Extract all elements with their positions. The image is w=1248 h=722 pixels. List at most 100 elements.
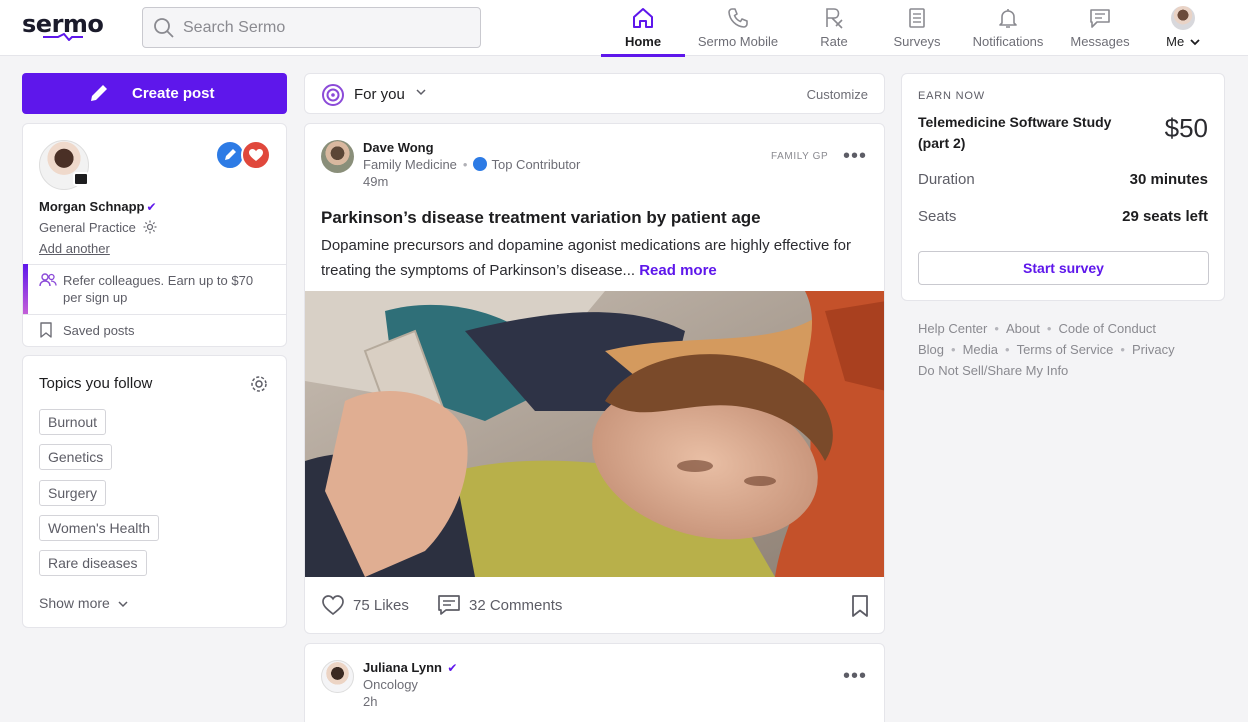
earn-now-card: EARN NOW Telemedicine Software Study (pa… (901, 73, 1225, 301)
nav-sermo-mobile[interactable]: Sermo Mobile (693, 0, 783, 56)
footer-link-media[interactable]: Media (963, 342, 998, 357)
for-you-dropdown[interactable]: For you (354, 86, 405, 103)
topic-chip[interactable]: Women's Health (39, 515, 160, 541)
nav-me-label-wrap: Me (1160, 34, 1206, 49)
separator-dot: • (951, 342, 956, 357)
chevron-down-icon (118, 601, 128, 608)
heart-badge-icon (241, 140, 271, 170)
nav-notifications-label: Notifications (972, 34, 1044, 49)
topic-chip[interactable]: Rare diseases (39, 550, 147, 576)
author-meta: Family Medicine • Top Contributor (363, 157, 580, 172)
topic-chip[interactable]: Burnout (39, 409, 107, 435)
active-nav-underline (601, 54, 685, 57)
footer-link-terms[interactable]: Terms of Service (1017, 342, 1114, 357)
nav-messages[interactable]: Messages (1066, 0, 1134, 56)
topic-chip[interactable]: Surgery (39, 480, 107, 506)
separator-dot: • (1005, 342, 1010, 357)
separator-dot: • (1120, 342, 1125, 357)
nav-rate[interactable]: Rate (804, 0, 864, 56)
users-icon (39, 273, 57, 287)
bookmark-icon[interactable] (851, 595, 869, 617)
create-post-button[interactable]: Create post (22, 73, 287, 114)
post-photo (305, 291, 884, 577)
author-avatar[interactable] (321, 660, 354, 693)
post-image[interactable] (305, 291, 884, 577)
divider (23, 314, 286, 315)
feed-filter-bar: For you Customize (304, 73, 885, 114)
topics-title: Topics you follow (39, 375, 153, 392)
post-title[interactable]: Parkinson’s disease treatment variation … (321, 208, 761, 228)
clipboard-icon (909, 8, 925, 28)
show-more-button[interactable]: Show more (39, 595, 128, 611)
footer-link-code-of-conduct[interactable]: Code of Conduct (1058, 321, 1156, 336)
footer-links: Help Center • About • Code of Conduct Blog • M… (918, 318, 1218, 381)
chevron-down-icon (1190, 39, 1200, 46)
nav-notifications[interactable]: Notifications (966, 0, 1050, 56)
footer-link-do-not-sell[interactable]: Do Not Sell/Share My Info (918, 363, 1068, 378)
refer-text: Refer colleagues. Earn up to $70 per sig… (63, 273, 254, 305)
customize-link[interactable]: Customize (807, 87, 868, 102)
create-post-label: Create post (132, 85, 215, 102)
target-icon (322, 84, 344, 106)
pencil-icon (91, 85, 107, 101)
nav-messages-label: Messages (1070, 34, 1130, 49)
more-options-icon[interactable]: ••• (843, 146, 867, 166)
verified-check-icon: ✔ (443, 661, 458, 675)
gear-icon[interactable] (142, 219, 158, 235)
group-tag[interactable]: FAMILY GP (771, 151, 828, 162)
author-name: Juliana Lynn (363, 660, 442, 675)
read-more-link[interactable]: Read more (639, 262, 717, 279)
refer-colleagues-link[interactable]: Refer colleagues. Earn up to $70 per sig… (23, 264, 286, 314)
phone-icon (728, 8, 748, 28)
footer-link-help-center[interactable]: Help Center (918, 321, 987, 336)
refer-accent-bar (23, 264, 28, 314)
footer-link-about[interactable]: About (1006, 321, 1040, 336)
author-specialty: Oncology (363, 677, 418, 692)
home-icon (633, 8, 653, 28)
post-time: 2h (363, 694, 378, 709)
footer-link-privacy[interactable]: Privacy (1132, 342, 1175, 357)
bookmark-icon (40, 322, 52, 338)
topics-card: Topics you follow Burnout Genetics Surge… (22, 355, 287, 628)
earn-label: EARN NOW (918, 90, 985, 102)
author-badge: Top Contributor (491, 157, 581, 172)
seats-value: 29 seats left (1122, 208, 1208, 225)
seats-label: Seats (918, 208, 957, 225)
camera-icon[interactable] (73, 172, 89, 186)
survey-reward: $50 (1164, 113, 1208, 143)
author-name[interactable]: Dave Wong (363, 140, 434, 155)
more-options-icon[interactable]: ••• (843, 666, 867, 686)
footer-link-blog[interactable]: Blog (918, 342, 944, 357)
gear-icon[interactable] (249, 374, 269, 394)
search-icon (154, 18, 174, 38)
separator-dot: • (994, 321, 999, 336)
profile-card: Morgan Schnapp ✔ General Practice Add ano… (22, 123, 287, 347)
search-input[interactable] (183, 8, 473, 47)
separator-dot: • (1046, 321, 1052, 336)
add-another-link[interactable]: Add another (39, 241, 110, 256)
chevron-down-icon[interactable] (416, 88, 426, 96)
top-navigation-bar: sermo Home Sermo Mobile Rate (0, 0, 1248, 57)
profile-specialty: General Practice (39, 220, 136, 235)
nav-me[interactable]: Me (1160, 0, 1206, 56)
rx-icon (826, 8, 843, 29)
profile-name[interactable]: Morgan Schnapp ✔ (39, 199, 157, 214)
saved-posts-label: Saved posts (63, 323, 135, 338)
start-survey-button[interactable]: Start survey (918, 251, 1209, 285)
nav-me-label: Me (1166, 34, 1185, 49)
avatar (1171, 6, 1195, 30)
author-name-wrap[interactable]: Juliana Lynn ✔ (363, 660, 457, 675)
top-contributor-icon (473, 157, 488, 171)
author-avatar[interactable] (321, 140, 354, 173)
search-box[interactable] (142, 7, 481, 48)
topic-chip[interactable]: Genetics (39, 444, 113, 470)
author-specialty: Family Medicine (363, 157, 457, 172)
logo-swoosh-icon (43, 33, 83, 41)
survey-title: Telemedicine Software Study (part 2) (918, 114, 1112, 151)
verified-check-icon: ✔ (146, 200, 157, 214)
post-time: 49m (363, 174, 389, 189)
likes-count: 75 Likes (353, 597, 409, 614)
nav-surveys[interactable]: Surveys (887, 0, 947, 56)
nav-home[interactable]: Home (601, 0, 685, 57)
comments-count: 32 Comments (469, 597, 563, 614)
